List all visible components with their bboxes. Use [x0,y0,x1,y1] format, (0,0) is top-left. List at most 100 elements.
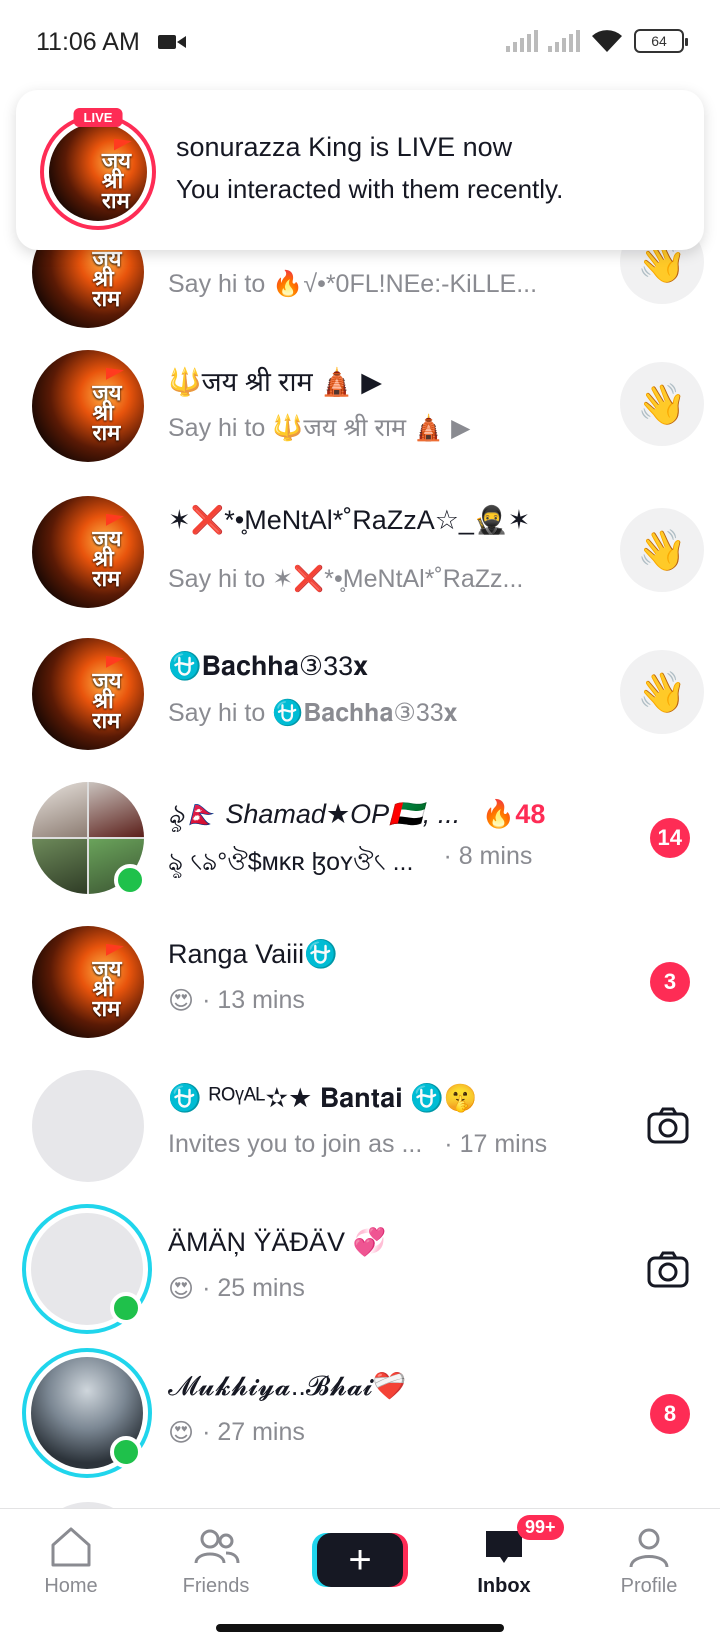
contact-name: ÄMÄŅ ŸÄĐÄV 💞 [168,1227,387,1257]
preview-text: Say hi to 🔥√•*0FL!NEe:-KiLLE... [168,270,538,298]
online-indicator [110,1292,142,1324]
home-indicator[interactable] [216,1624,504,1632]
message-time: · 13 mins [202,986,305,1014]
contact-name: ✶❌*•̥MeNtAl*˚RaZzA☆_🥷✶ [168,505,531,535]
contact-name: ⛎ ᴿᴼᵞᴬᴸ✫★ 𝐁𝐚𝐧𝐭𝐚𝐢 ⛎🤫 [168,1083,478,1113]
nav-inbox-label: Inbox [477,1575,531,1597]
contact-name: 𝓜𝓾𝓴𝓱𝓲𝔂𝓪..𝓑𝓱𝓪𝓲❤️‍🩹 [168,1371,407,1401]
avatar[interactable]: जय श्री राम [32,496,144,608]
live-notification-banner[interactable]: जय श्री राम LIVE sonurazza King is LIVE … [16,90,704,250]
list-item[interactable]: जय श्री राम ⛎𝐁𝐚𝐜𝐡𝐡𝐚③33𝐱 Say hi to ⛎𝐁𝐚𝐜𝐡𝐡… [0,622,720,762]
message-preview: Invites you to join as ... · 17 mins [168,1130,547,1159]
wave-button[interactable]: 👋 [620,362,704,446]
avatar-image: जय श्री राम [49,123,147,221]
live-badge: LIVE [73,108,123,127]
message-preview: Say hi to ⛎𝐁𝐚𝐜𝐡𝐡𝐚③33𝐱 [168,698,457,728]
camera-icon[interactable] [646,1104,690,1148]
list-item[interactable]: ÄMÄŅ ŸÄĐÄV 💞 😍 · 25 mins [0,1198,720,1338]
battery-level: 64 [651,33,667,49]
message-preview: 😍 · 27 mins [168,1418,305,1448]
bottom-nav: Home Friends + 99+ Inbox Profile [0,1508,720,1640]
message-time: · 17 mins [444,1130,548,1158]
flag-icon [105,943,124,956]
notification-title: sonurazza King is LIVE now [176,132,513,162]
list-item[interactable]: ৡ🇳🇵 Shamad★OP🇦🇪, ... 🔥48 ৡ ৻ঌ°ঔ$ᴍᴋʀ ɮᴏʏঔ… [0,766,720,906]
message-preview: Say hi to 🔥√•*0FL!NEe:-KiLLE... [168,270,537,299]
status-time: 11:06 AM [36,28,140,56]
contact-name: ⛎𝐁𝐚𝐜𝐡𝐡𝐚③33𝐱 [168,651,368,681]
camera-icon[interactable] [646,1248,690,1292]
unread-badge: 8 [650,1394,690,1434]
flag-icon [105,655,124,668]
create-button[interactable]: + [317,1533,403,1587]
online-indicator [114,864,146,896]
nav-friends[interactable]: Friends [161,1523,271,1598]
nav-profile-label: Profile [620,1575,678,1597]
notification-subtitle: You interacted with them recently. [176,174,564,204]
avatar-image: जय श्री राम [32,496,144,608]
message-time: · 8 mins [443,842,533,870]
wave-hand-icon: 👋 [637,670,687,715]
nav-profile[interactable]: Profile [594,1523,704,1598]
avatar[interactable]: जय श्री राम [32,638,144,750]
avatar-caption: जय श्री राम [92,246,122,312]
unread-badge: 3 [650,962,690,1002]
emoji-preview: 😍 [168,987,195,1015]
emoji-preview: 😍 [168,1419,195,1447]
live-avatar[interactable]: जय श्री राम LIVE [40,108,156,230]
list-item[interactable]: 𝓜𝓾𝓴𝓱𝓲𝔂𝓪..𝓑𝓱𝓪𝓲❤️‍🩹 😍 · 27 mins 8 [0,1342,720,1482]
nav-home[interactable]: Home [16,1523,126,1598]
message-preview: Say hi to 🔱जय श्री राम 🛕 ▶ [168,410,470,444]
avatar-image: जय श्री राम [32,926,144,1038]
nav-friends-label: Friends [182,1575,250,1597]
message-time: · 27 mins [202,1418,305,1446]
avatar[interactable]: जय श्री राम [32,350,144,462]
list-item[interactable]: जय श्री राम ✶❌*•̥MeNtAl*˚RaZzA☆_🥷✶ Say h… [0,480,720,620]
video-camera-icon [158,35,186,49]
message-preview: 😍 · 25 mins [168,1274,305,1304]
contact-name: 🔱जय श्री राम 🛕 ▶ [168,367,382,397]
nav-inbox[interactable]: 99+ Inbox [449,1515,564,1598]
preview-text: Say hi to ✶❌*•̥MeNtAl*˚RaZz... [168,565,524,593]
preview-text: Say hi to 🔱जय श्री राम 🛕 ▶ [168,414,471,442]
story-ring[interactable] [22,1204,152,1334]
list-item[interactable]: जय श्री राम Ranga Vaiii⛎ 😍 · 13 mins 3 [0,910,720,1050]
avatar-image: जय श्री राम [32,638,144,750]
plus-icon: + [348,1537,372,1582]
avatar[interactable]: जय श्री राम [32,926,144,1038]
group-avatar[interactable] [32,782,146,896]
avatar-caption: जय श्री राम [101,149,131,215]
list-item[interactable]: ⛎ ᴿᴼᵞᴬᴸ✫★ 𝐁𝐚𝐧𝐭𝐚𝐢 ⛎🤫 Invites you to join … [0,1054,720,1194]
message-time: · 25 mins [202,1274,305,1302]
profile-icon [629,1528,669,1568]
avatar-caption: जय श्री राम [92,526,122,592]
avatar-image: जय श्री राम [32,350,144,462]
story-ring[interactable] [22,1348,152,1478]
wave-button[interactable]: 👋 [620,650,704,734]
signal-icon [506,30,538,52]
message-preview: 😍 · 13 mins [168,986,305,1016]
contact-name: Ranga Vaiii⛎ [168,939,338,969]
avatar-caption: जय श्री राम [92,380,122,446]
friends-icon [194,1529,240,1564]
inbox-badge: 99+ [517,1515,564,1540]
avatar-caption: जय श्री राम [92,668,122,734]
message-preview: Say hi to ✶❌*•̥MeNtAl*˚RaZz... [168,564,523,594]
flag-icon [105,513,124,526]
wave-button[interactable]: 👋 [620,508,704,592]
online-indicator [110,1436,142,1468]
avatar-placeholder [32,1070,144,1182]
unread-badge: 14 [649,818,690,858]
message-preview: ৡ ৻ঌ°ঔ$ᴍᴋʀ ɮᴏʏঔ৻ ... · 8 mins [168,842,532,885]
avatar-caption: जय श्री राम [92,956,122,1022]
group-name: ৡ🇳🇵 Shamad★OP🇦🇪, ... [168,799,461,829]
emoji-preview: 😍 [168,1275,195,1303]
preview-text: ৡ ৻ঌ°ঔ$ᴍᴋʀ ɮᴏʏঔ৻ ... [168,848,414,876]
preview-text: Invites you to join as ... [168,1130,423,1158]
wave-hand-icon: 👋 [637,382,687,427]
battery-icon: 64 [634,29,688,53]
list-item[interactable]: जय श्री राम 🔱जय श्री राम 🛕 ▶ Say hi to 🔱… [0,334,720,474]
status-bar: 11:06 AM 64 [0,0,720,84]
avatar[interactable] [32,1070,144,1182]
contact-name: ৡ🇳🇵 Shamad★OP🇦🇪, ... 🔥48 [168,794,545,839]
